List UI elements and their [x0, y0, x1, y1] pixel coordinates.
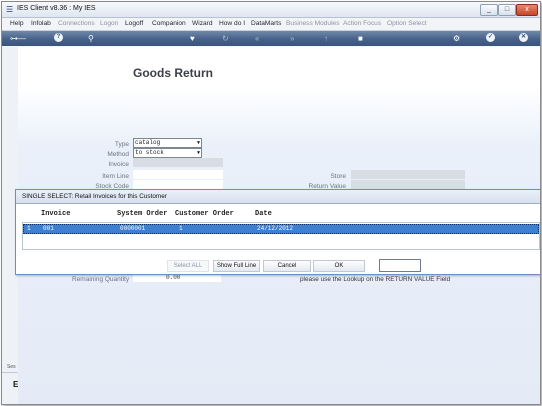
col-date[interactable]: Date [255, 210, 272, 218]
toolbar: ⊶— ? ⚲ ♥ ↻ « » ↑ ■ ⚙ ✓ ✕ [2, 31, 540, 46]
refresh-icon[interactable]: ↻ [222, 33, 229, 44]
menu-wizard[interactable]: Wizard [192, 20, 213, 27]
item-line-label: Item Line [102, 173, 129, 180]
type-label: Type [114, 141, 129, 148]
menu-logoff[interactable]: Logoff [125, 20, 143, 27]
heart-icon[interactable]: ♥ [190, 33, 195, 44]
strip-divider [2, 372, 18, 373]
single-select-dialog: SINGLE SELECT: Retail Invoices for this … [15, 189, 540, 275]
row-system-order: 0000001 [120, 225, 146, 232]
close-button[interactable]: x [516, 4, 538, 16]
store-label: Store [330, 173, 346, 180]
session-label: Ses [7, 364, 16, 370]
invoice-label: Invoice [108, 161, 129, 168]
show-full-line-button[interactable]: Show Full Line [213, 260, 260, 272]
page-title: Goods Return [133, 66, 213, 80]
row-date: 24/12/2012 [257, 225, 294, 232]
return-value-field[interactable] [351, 180, 465, 189]
title-bar: ☰ IES Client v8.36 : My IES _ □ x [2, 2, 540, 18]
app-icon: ☰ [6, 5, 14, 14]
method-label: Method [107, 151, 129, 158]
menu-companion[interactable]: Companion [152, 20, 186, 27]
row-index: 1 [27, 225, 31, 232]
chevron-down-icon[interactable]: ▼ [197, 139, 200, 147]
row-invoice: 001 [43, 225, 54, 232]
menu-connections[interactable]: Connections [58, 20, 95, 27]
store-field[interactable] [351, 170, 465, 179]
invoice-field[interactable] [133, 158, 223, 167]
gear-icon[interactable]: ⚙ [453, 33, 460, 44]
remaining-quantity-field: 0.00 [133, 274, 221, 282]
quick-find-input[interactable] [379, 259, 421, 272]
invoice-grid: 1 001 0000001 1 24/12/2012 [22, 222, 540, 250]
dialog-title-bar: SINGLE SELECT: Retail Invoices for this … [16, 190, 540, 204]
method-value: to stock [135, 149, 164, 156]
ok-button[interactable]: OK [313, 260, 365, 272]
help-icon[interactable]: ? [54, 33, 63, 42]
menu-option-select[interactable]: Option Select [387, 20, 427, 27]
menu-logon[interactable]: Logon [100, 20, 118, 27]
stock-code-field[interactable] [133, 180, 223, 189]
forward-icon[interactable]: » [290, 33, 294, 44]
remaining-quantity-label: Remaining Quantity [72, 276, 130, 283]
stop-icon[interactable]: ■ [358, 33, 363, 44]
menu-bar: Help Infolab Connections Logon Logoff Co… [2, 18, 540, 31]
close-icon[interactable]: ✕ [519, 33, 528, 42]
item-line-field[interactable] [133, 170, 223, 179]
lookup-hint: please use the Lookup on the RETURN VALU… [300, 276, 451, 283]
select-all-button[interactable]: Select ALL [167, 260, 209, 272]
dialog-title: SINGLE SELECT: Retail Invoices for this … [22, 193, 167, 200]
menu-infolab[interactable]: Infolab [31, 20, 51, 27]
type-select[interactable]: catalog ▼ [133, 138, 202, 148]
menu-datamarts[interactable]: DataMarts [251, 20, 281, 27]
type-value: catalog [135, 139, 161, 146]
menu-help[interactable]: Help [10, 20, 24, 27]
menu-action-focus[interactable]: Action Focus [343, 20, 381, 27]
row-customer-order: 1 [179, 225, 183, 232]
up-icon[interactable]: ↑ [324, 33, 328, 44]
ok-icon[interactable]: ✓ [486, 33, 495, 42]
col-customer-order[interactable]: Customer Order [175, 210, 234, 218]
key-icon[interactable]: ⊶— [10, 33, 26, 44]
window-title: IES Client v8.36 : My IES [17, 5, 96, 12]
col-system-order[interactable]: System Order [117, 210, 167, 218]
rewind-icon[interactable]: « [255, 33, 259, 44]
maximize-button[interactable]: □ [498, 4, 516, 16]
table-row[interactable]: 1 001 0000001 1 24/12/2012 [23, 224, 539, 234]
menu-business-modules[interactable]: Business Modules [286, 20, 340, 27]
minimize-button[interactable]: _ [480, 4, 498, 16]
menu-how-do-i[interactable]: How do I [219, 20, 245, 27]
search-icon[interactable]: ⚲ [88, 33, 94, 44]
chevron-down-icon[interactable]: ▼ [197, 149, 200, 157]
method-select[interactable]: to stock ▼ [133, 148, 202, 158]
col-invoice[interactable]: Invoice [41, 210, 70, 218]
app-window: ☰ IES Client v8.36 : My IES _ □ x Help I… [1, 1, 541, 405]
cancel-button[interactable]: Cancel [263, 260, 311, 272]
